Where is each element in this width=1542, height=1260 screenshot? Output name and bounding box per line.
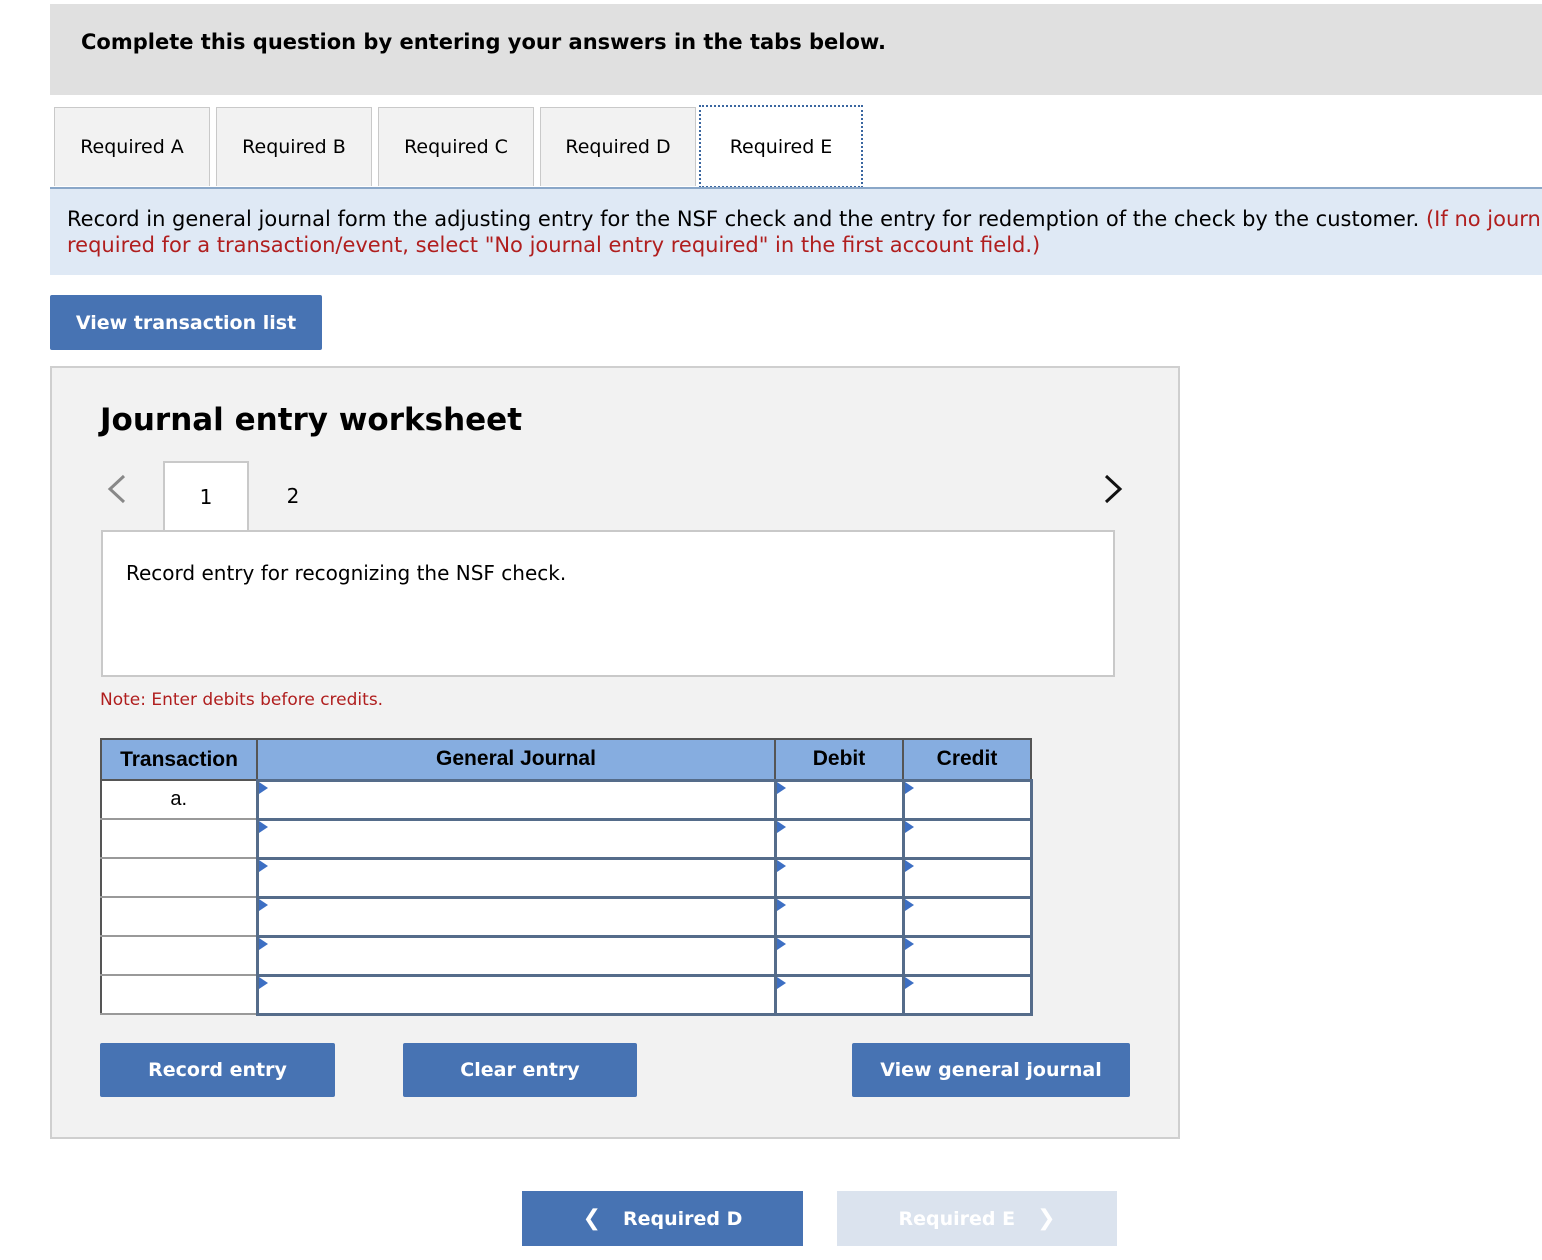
- dropdown-marker-icon: [904, 976, 914, 989]
- entry-description-box: Record entry for recognizing the NSF che…: [101, 530, 1115, 677]
- clear-entry-button[interactable]: Clear entry: [403, 1043, 637, 1097]
- tab-required-d[interactable]: Required D: [540, 107, 696, 186]
- tab-required-b[interactable]: Required B: [216, 107, 372, 186]
- tab-required-c[interactable]: Required C: [378, 107, 534, 186]
- dropdown-marker-icon: [776, 781, 786, 794]
- credit-field[interactable]: [901, 778, 1033, 821]
- dropdown-marker-icon: [904, 859, 914, 872]
- view-general-journal-button[interactable]: View general journal: [852, 1043, 1130, 1097]
- next-required-label: Required E: [898, 1207, 1016, 1230]
- entry-description: Record entry for recognizing the NSF che…: [126, 561, 567, 585]
- view-transaction-list-button[interactable]: View transaction list: [50, 295, 322, 350]
- worksheet-page-1[interactable]: 1: [163, 461, 249, 531]
- dropdown-marker-icon: [776, 898, 786, 911]
- table-row: [100, 895, 1033, 938]
- transaction-cell: [100, 896, 258, 937]
- debits-note: Note: Enter debits before credits.: [100, 690, 384, 710]
- instruction-panel: Record in general journal form the adjus…: [50, 189, 1542, 275]
- table-row: [100, 973, 1033, 1016]
- chevron-left-icon[interactable]: [106, 472, 128, 515]
- debit-field[interactable]: [773, 934, 905, 977]
- dropdown-marker-icon: [904, 898, 914, 911]
- debit-field[interactable]: [773, 895, 905, 938]
- next-required-button: Required E ❯: [837, 1191, 1117, 1246]
- instruction-text: Record in general journal form the adjus…: [67, 207, 1420, 231]
- debit-field[interactable]: [773, 778, 905, 821]
- credit-field[interactable]: [901, 934, 1033, 977]
- prev-required-label: Required D: [623, 1207, 743, 1230]
- dropdown-marker-icon: [258, 898, 268, 911]
- account-field[interactable]: [255, 778, 777, 821]
- dropdown-marker-icon: [904, 820, 914, 833]
- dropdown-marker-icon: [258, 820, 268, 833]
- tab-required-a[interactable]: Required A: [54, 107, 210, 186]
- question-header-title: Complete this question by entering your …: [81, 30, 886, 54]
- account-field[interactable]: [255, 895, 777, 938]
- table-row: a.: [100, 778, 1033, 821]
- dropdown-marker-icon: [776, 976, 786, 989]
- dropdown-marker-icon: [258, 859, 268, 872]
- tab-required-e[interactable]: Required E: [699, 105, 863, 188]
- account-field[interactable]: [255, 817, 777, 860]
- credit-field[interactable]: [901, 856, 1033, 899]
- journal-table: Transaction General Journal Debit Credit…: [100, 738, 1033, 1016]
- dropdown-marker-icon: [904, 781, 914, 794]
- debit-field[interactable]: [773, 973, 905, 1016]
- column-header-credit: Credit: [902, 738, 1032, 781]
- account-field[interactable]: [255, 973, 777, 1016]
- credit-field[interactable]: [901, 817, 1033, 860]
- dropdown-marker-icon: [258, 781, 268, 794]
- instruction-text-block: Record in general journal form the adjus…: [67, 206, 1542, 258]
- transaction-cell: a.: [100, 779, 258, 820]
- dropdown-marker-icon: [258, 937, 268, 950]
- table-row: [100, 934, 1033, 977]
- dropdown-marker-icon: [258, 976, 268, 989]
- worksheet-title: Journal entry worksheet: [100, 402, 523, 438]
- account-field[interactable]: [255, 934, 777, 977]
- record-entry-button[interactable]: Record entry: [100, 1043, 335, 1097]
- dropdown-marker-icon: [776, 937, 786, 950]
- credit-field[interactable]: [901, 895, 1033, 938]
- transaction-cell: [100, 974, 258, 1015]
- dropdown-marker-icon: [776, 859, 786, 872]
- column-header-transaction: Transaction: [100, 738, 258, 781]
- transaction-cell: [100, 935, 258, 976]
- chevron-right-icon[interactable]: [1102, 472, 1124, 515]
- column-header-debit: Debit: [774, 738, 904, 781]
- credit-field[interactable]: [901, 973, 1033, 1016]
- transaction-cell: [100, 857, 258, 898]
- account-field[interactable]: [255, 856, 777, 899]
- chevron-right-icon: ❯: [1037, 1206, 1056, 1231]
- worksheet-page-2[interactable]: 2: [268, 461, 318, 531]
- chevron-left-icon: ❮: [582, 1206, 602, 1231]
- prev-required-button[interactable]: ❮ Required D: [522, 1191, 803, 1246]
- debit-field[interactable]: [773, 856, 905, 899]
- dropdown-marker-icon: [904, 937, 914, 950]
- table-row: [100, 856, 1033, 899]
- transaction-cell: [100, 818, 258, 859]
- debit-field[interactable]: [773, 817, 905, 860]
- table-row: [100, 817, 1033, 860]
- journal-entry-worksheet: Journal entry worksheet 1 2 Record entry…: [50, 366, 1180, 1139]
- column-header-general-journal: General Journal: [256, 738, 776, 781]
- dropdown-marker-icon: [776, 820, 786, 833]
- question-header: Complete this question by entering your …: [50, 4, 1542, 95]
